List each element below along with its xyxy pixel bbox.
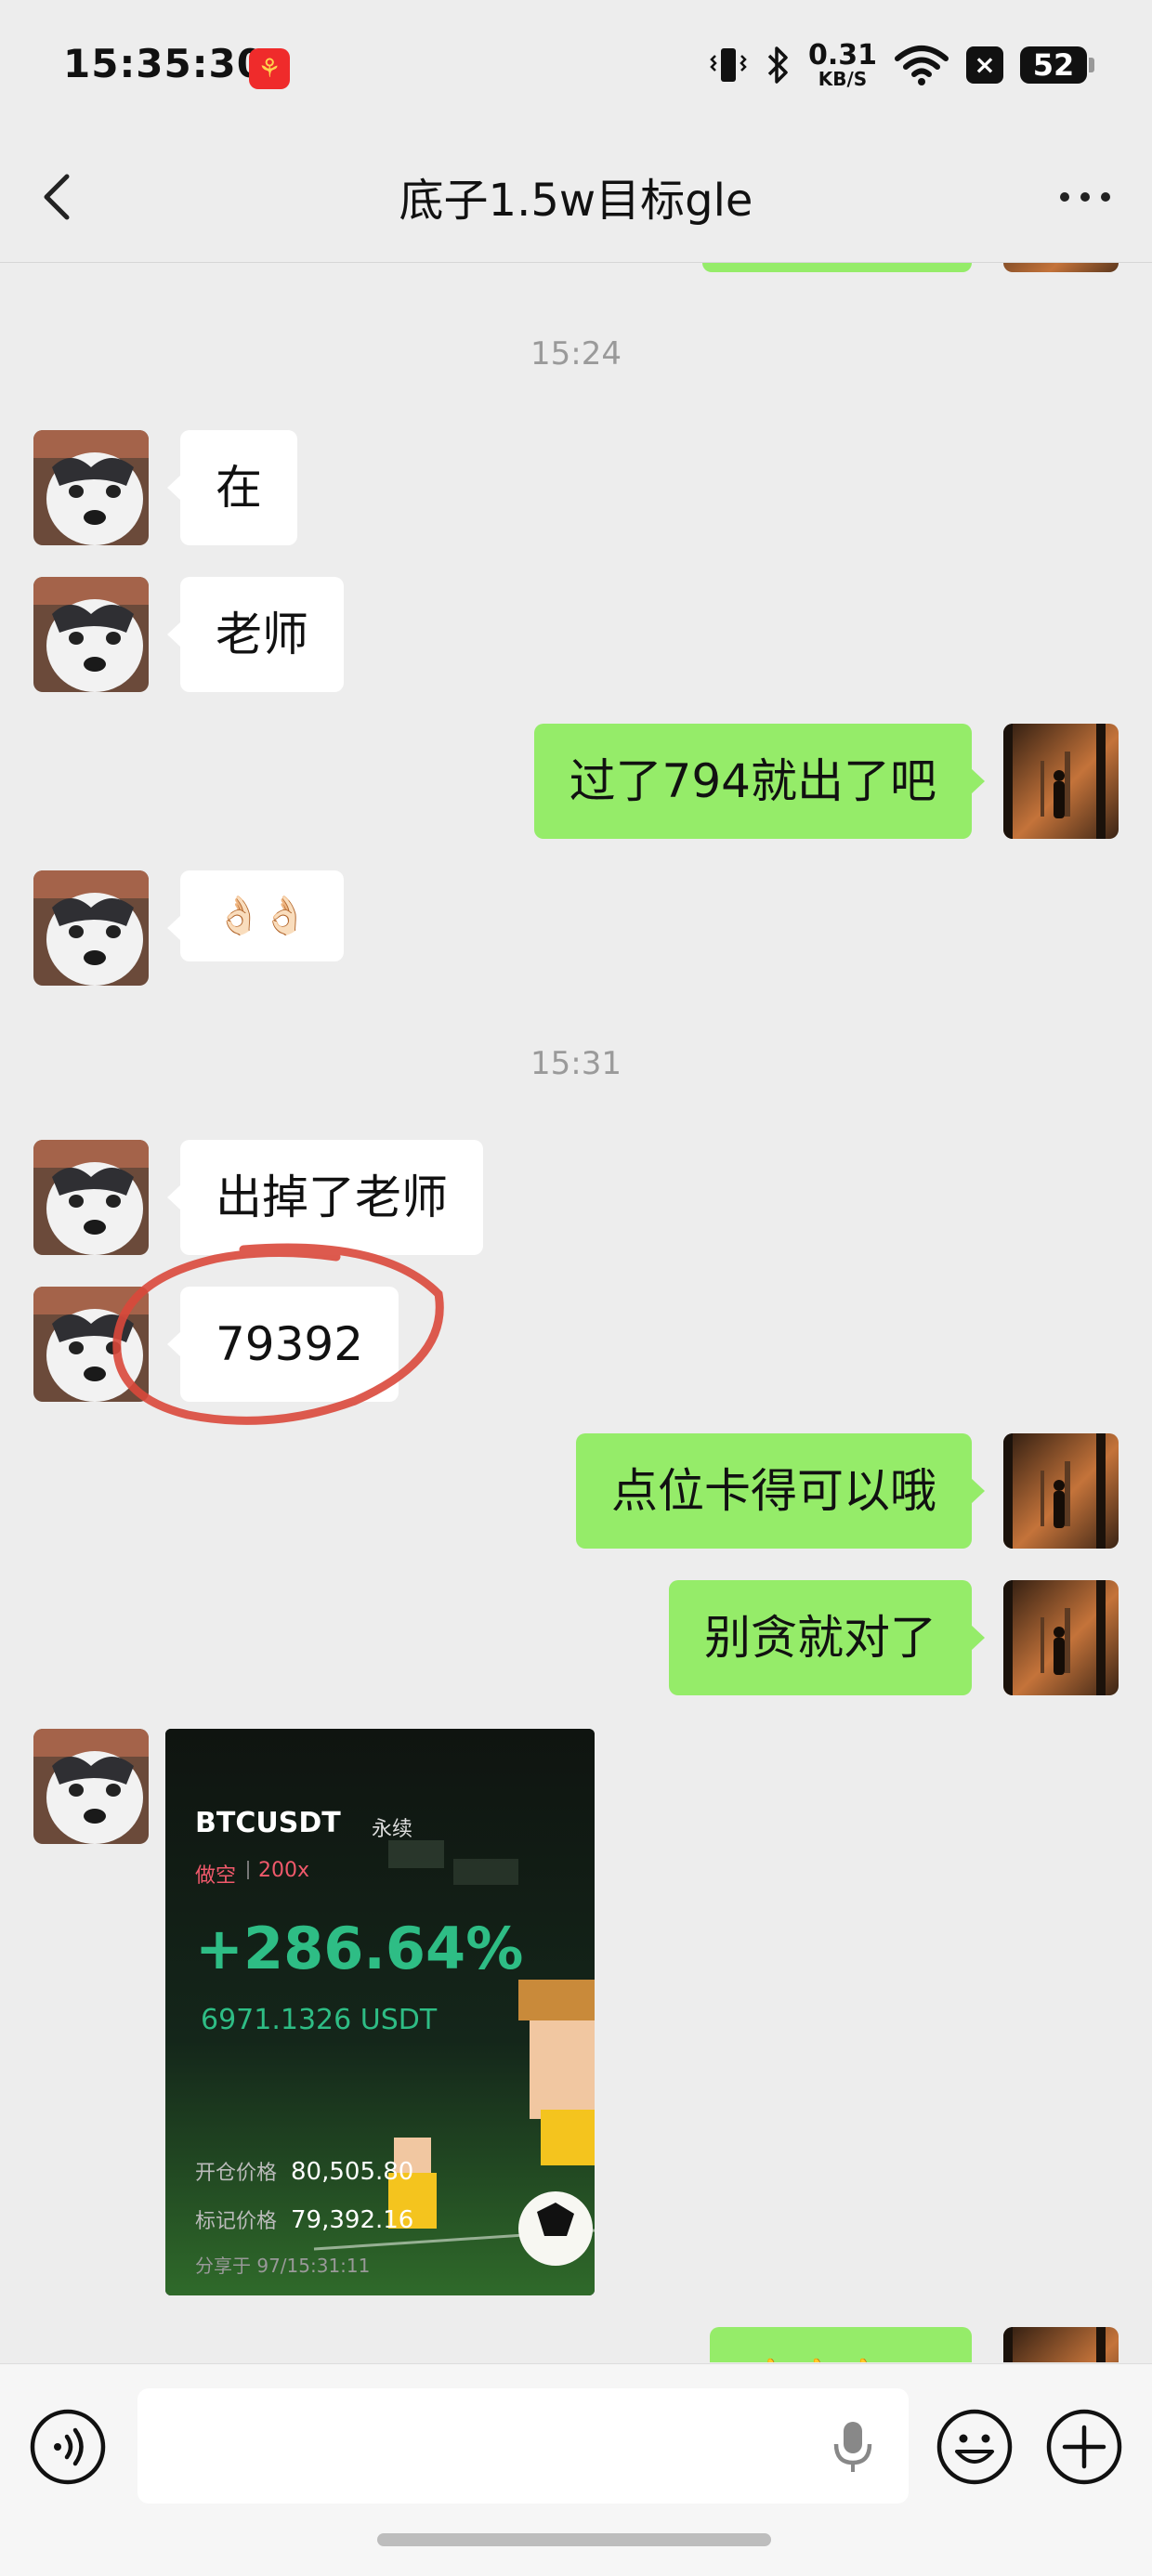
avatar-contact[interactable] [33,870,149,986]
shared-time: 分享于 97/15:31:11 [195,2255,371,2277]
mark-price-row: 标记价格 79,392.16 [195,2204,413,2234]
husky-avatar-image [33,430,149,545]
separator [247,1861,249,1879]
voice-mode-icon[interactable] [28,2407,108,2487]
mark-price-value: 79,392.16 [291,2206,414,2234]
avatar-self[interactable] [1003,2327,1119,2362]
partial-message-bubble[interactable] [702,263,972,272]
leverage: 200x [258,1859,310,1882]
chat-message-list[interactable]: 15:24 在 老师 过了794就出了吧 👌🏻👌🏻 15:31 出掉了老师 79… [0,263,1152,2362]
husky-avatar-image [33,1287,149,1402]
network-speed-unit: KB/S [818,68,868,90]
battery-indicator: 52 [1020,46,1094,84]
timestamp: 15:31 [530,1045,622,1082]
city-silhouette-avatar-image [1003,724,1119,839]
chat-header: 底子1.5w目标gle [0,132,1152,263]
message-text-input[interactable] [137,2388,909,2504]
vibrate-icon [710,48,747,82]
husky-avatar-image [33,577,149,692]
open-price-value: 80,505.80 [291,2158,414,2186]
city-silhouette-avatar-image [1003,1580,1119,1695]
open-price-label: 开仓价格 [195,2162,278,2185]
avatar-self[interactable] [1003,724,1119,839]
shopping-app-icon: ⚘ [249,48,290,89]
microphone-icon[interactable] [827,2418,879,2474]
avatar-self[interactable] [1003,263,1119,272]
message-bubble-received[interactable]: 老师 [167,577,344,692]
network-speed: 0.31 KB/S [807,39,877,90]
message-bubble-received[interactable]: 79392 [166,1287,399,1402]
message-bubble-sent[interactable]: 点位卡得可以哦 [576,1433,985,1549]
avatar-contact[interactable] [33,430,149,545]
timestamp: 15:24 [530,335,622,373]
trade-share-image[interactable]: BTCUSDT 永续 做空 200x +286.64% 6971.1326 US… [165,1729,595,2295]
message-bubble-received[interactable]: 出掉了老师 [167,1140,483,1255]
bluetooth-icon [767,46,788,84]
pnl-percent: +286.64% [195,1915,524,1982]
open-price-row: 开仓价格 80,505.80 [195,2156,413,2186]
message-bubble-sent[interactable]: 过了794就出了吧 [533,724,986,839]
avatar-contact[interactable] [33,1729,149,1844]
position-side: 做空 [195,1864,237,1888]
avatar-contact[interactable] [33,577,149,692]
no-sim-icon: × [966,46,1003,84]
city-silhouette-avatar-image [1003,1433,1119,1549]
contract-type: 永续 [372,1818,413,1841]
network-speed-value: 0.31 [807,39,877,72]
avatar-contact[interactable] [33,1140,149,1255]
husky-avatar-image [33,1729,149,1844]
emoji-icon[interactable] [935,2407,1015,2487]
wifi-icon [895,46,949,85]
status-bar: 15:35:30 ⚘ 0.31 KB/S × 52 [0,0,1152,132]
more-options-icon[interactable] [1052,169,1119,225]
status-icons: 0.31 KB/S × 52 [710,37,1094,93]
message-bubble-sent[interactable]: 别贪就对了 [669,1580,985,1695]
avatar-self[interactable] [1003,1580,1119,1695]
home-indicator[interactable] [377,2533,771,2546]
avatar-contact[interactable] [33,1287,149,1402]
mark-price-label: 标记价格 [195,2210,278,2233]
message-bubble-received[interactable]: 👌🏻👌🏻 [167,870,344,961]
husky-avatar-image [33,1140,149,1255]
trade-symbol: BTCUSDT [195,1807,341,1839]
add-attachment-icon[interactable] [1044,2407,1124,2487]
partial-message-bubble[interactable]: 👍👍👍 [710,2327,972,2362]
avatar-self[interactable] [1003,1433,1119,1549]
message-bubble-received[interactable]: 在 [167,430,297,545]
pnl-amount: 6971.1326 USDT [201,2004,438,2036]
chat-title: 底子1.5w目标gle [399,175,753,227]
status-time: 15:35:30 [63,41,265,86]
message-input-bar [0,2363,1152,2576]
husky-avatar-image [33,870,149,986]
